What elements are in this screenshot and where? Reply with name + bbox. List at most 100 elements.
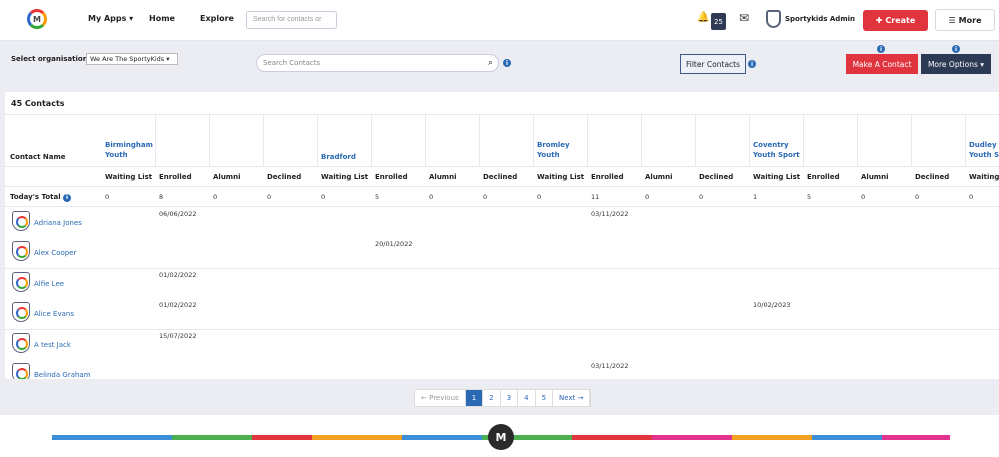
status-column-header: Enrolled [159, 173, 192, 181]
todays-total-cell: 0 [537, 193, 542, 201]
status-column-header: Declined [699, 173, 734, 181]
todays-total-cell: 0 [267, 193, 272, 201]
todays-total-label: Today's Total i [10, 193, 72, 202]
contact-name-link[interactable]: Belinda Graham [34, 371, 91, 379]
global-search-input[interactable]: Search for contacts or [246, 11, 337, 29]
create-button[interactable]: ✚ Create [863, 10, 928, 31]
page-number-button[interactable]: 4 [518, 390, 536, 406]
todays-total-cell: 1 [753, 193, 758, 201]
enrolment-date-cell: 03/11/2022 [591, 362, 629, 370]
info-icon[interactable]: i [877, 45, 885, 53]
status-column-header: Enrolled [807, 173, 840, 181]
more-options-button[interactable]: More Options ▾ [921, 54, 991, 74]
status-column-header: Alumni [429, 173, 457, 181]
status-column-header: Alumni [861, 173, 889, 181]
contact-avatar[interactable] [12, 333, 30, 353]
pagination: ← Previous 1 2 3 4 5 Next → [414, 389, 592, 407]
status-column-header: Declined [915, 173, 950, 181]
col-divider [749, 114, 750, 167]
nav-my-apps[interactable]: My Apps ▾ [88, 14, 133, 23]
column-group-header[interactable]: Dudley Youth Sp [969, 140, 999, 160]
todays-total-cell: 8 [159, 193, 164, 201]
row-divider [5, 206, 999, 207]
contact-name-link[interactable]: Alex Cooper [34, 249, 76, 257]
col-divider [371, 114, 372, 167]
contact-avatar[interactable] [12, 272, 30, 292]
bell-icon[interactable]: 🔔 [697, 12, 709, 23]
column-group-header[interactable]: Bromley Youth [537, 140, 570, 160]
col-divider [587, 114, 588, 167]
col-divider [695, 114, 696, 167]
contact-name-link[interactable]: Alfie Lee [34, 280, 64, 288]
todays-total-cell: 0 [321, 193, 326, 201]
status-column-header: Declined [483, 173, 518, 181]
contact-name-link[interactable]: A test Jack [34, 341, 71, 349]
info-icon[interactable]: i [748, 60, 756, 68]
footer-logo[interactable]: M [488, 424, 514, 450]
page-number-button[interactable]: 5 [536, 390, 554, 406]
todays-total-cell: 0 [645, 193, 650, 201]
col-divider [803, 114, 804, 167]
todays-total-cell: 0 [213, 193, 218, 201]
user-avatar[interactable] [766, 10, 781, 28]
enrolment-date-cell: 06/06/2022 [159, 210, 197, 218]
search-contacts-placeholder: Search Contacts [263, 59, 321, 67]
status-column-header: Enrolled [375, 173, 408, 181]
enrolment-date-cell: 15/07/2022 [159, 332, 197, 340]
org-select[interactable]: We Are The SportyKids ▾ [86, 53, 178, 65]
status-column-header: Alumni [645, 173, 673, 181]
contact-avatar[interactable] [12, 363, 30, 379]
contact-avatar[interactable] [12, 302, 30, 322]
enrolment-date-cell: 01/02/2022 [159, 301, 197, 309]
make-contact-button[interactable]: Make A Contact [846, 54, 918, 74]
col-divider [425, 114, 426, 167]
filter-contacts-button[interactable]: Filter Contacts [680, 54, 746, 74]
info-icon[interactable]: i [63, 193, 72, 202]
contact-name-header: Contact Name [10, 153, 66, 161]
contact-name-link[interactable]: Adriana Jones [34, 219, 82, 227]
contact-name-link[interactable]: Alice Evans [34, 310, 74, 318]
mail-icon[interactable]: ✉ [739, 11, 749, 25]
col-divider [857, 114, 858, 167]
next-page-button[interactable]: Next → [553, 390, 591, 406]
enrolment-date-cell: 01/02/2022 [159, 271, 197, 279]
page-number-button[interactable]: 2 [483, 390, 501, 406]
previous-page-button[interactable]: ← Previous [415, 390, 466, 406]
column-group-header[interactable]: Bradford [321, 152, 356, 162]
page-number-button[interactable]: 3 [501, 390, 519, 406]
list-icon: ☰ [948, 15, 956, 25]
user-name[interactable]: Sportykids Admin [785, 15, 855, 23]
info-icon[interactable]: i [952, 45, 960, 53]
todays-total-cell: 0 [969, 193, 974, 201]
status-column-header: Waiting List [105, 173, 153, 181]
col-divider [263, 114, 264, 167]
app-logo[interactable]: M [27, 9, 47, 29]
plus-icon: ✚ [875, 16, 883, 25]
todays-total-cell: 0 [483, 193, 488, 201]
column-group-header[interactable]: Birmingham Youth [105, 140, 153, 160]
col-divider [479, 114, 480, 167]
enrolment-date-cell: 03/11/2022 [591, 210, 629, 218]
contacts-table-panel: 45 Contacts Contact Name Today's Total i… [5, 92, 999, 379]
contacts-count-title: 45 Contacts [11, 99, 65, 108]
status-column-header: Waiting List [537, 173, 585, 181]
status-column-header: Waiting List [321, 173, 369, 181]
status-column-header: Waiting [969, 173, 999, 181]
more-button-label: More [958, 15, 982, 25]
contact-avatar[interactable] [12, 211, 30, 231]
info-icon[interactable]: i [503, 59, 511, 67]
col-divider [209, 114, 210, 167]
more-button[interactable]: ☰ More [935, 9, 995, 31]
contact-avatar[interactable] [12, 241, 30, 261]
nav-explore[interactable]: Explore [200, 14, 234, 23]
enrolment-date-cell: 10/02/2023 [753, 301, 791, 309]
nav-home[interactable]: Home [149, 14, 175, 23]
todays-total-cell: 5 [807, 193, 812, 201]
notification-count-badge[interactable]: 25 [711, 13, 726, 30]
todays-total-cell: 5 [375, 193, 380, 201]
search-icon[interactable]: ⌕ [488, 58, 493, 68]
page-number-button[interactable]: 1 [465, 390, 484, 406]
column-group-header[interactable]: Coventry Youth Sport [753, 140, 800, 160]
search-contacts-input[interactable]: Search Contacts ⌕ [256, 54, 499, 72]
status-column-header: Waiting List [753, 173, 801, 181]
